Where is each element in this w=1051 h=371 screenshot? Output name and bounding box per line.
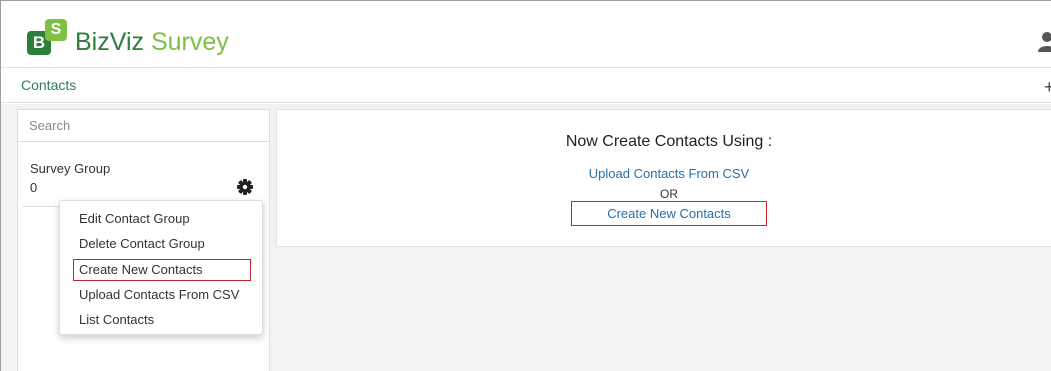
contact-group-item[interactable]: Survey Group 0	[22, 152, 265, 207]
brand-part-survey: Survey	[150, 28, 229, 56]
menu-item-list-contacts[interactable]: List Contacts	[79, 312, 154, 327]
or-separator: OR	[660, 187, 678, 201]
menu-item-upload-contacts-csv[interactable]: Upload Contacts From CSV	[79, 287, 239, 302]
app-brand-name: BizViz Survey	[75, 27, 229, 57]
user-icon[interactable]	[1037, 31, 1051, 53]
menu-item-edit-contact-group[interactable]: Edit Contact Group	[79, 211, 190, 226]
logo-s-mark: S	[45, 19, 67, 41]
page-title: Contacts	[21, 77, 77, 93]
plus-icon[interactable]: +	[1044, 78, 1051, 96]
bizviz-logo: B S	[27, 19, 71, 61]
menu-highlight-box	[73, 259, 251, 281]
contact-group-name: Survey Group	[30, 161, 111, 176]
menu-item-delete-contact-group[interactable]: Delete Contact Group	[79, 236, 205, 251]
app-window: B S BizViz Survey Contacts + Survey Grou…	[0, 0, 1051, 371]
upload-contacts-csv-link[interactable]: Upload Contacts From CSV	[276, 166, 1051, 181]
search-input[interactable]	[17, 109, 270, 142]
brand-part-bizviz: BizViz	[75, 28, 145, 56]
link-highlight-box	[571, 201, 767, 226]
page-subheader: Contacts	[1, 68, 1051, 103]
contact-group-count: 0	[30, 180, 38, 195]
create-contacts-heading: Now Create Contacts Using :	[565, 133, 773, 150]
gear-icon[interactable]	[236, 178, 254, 196]
